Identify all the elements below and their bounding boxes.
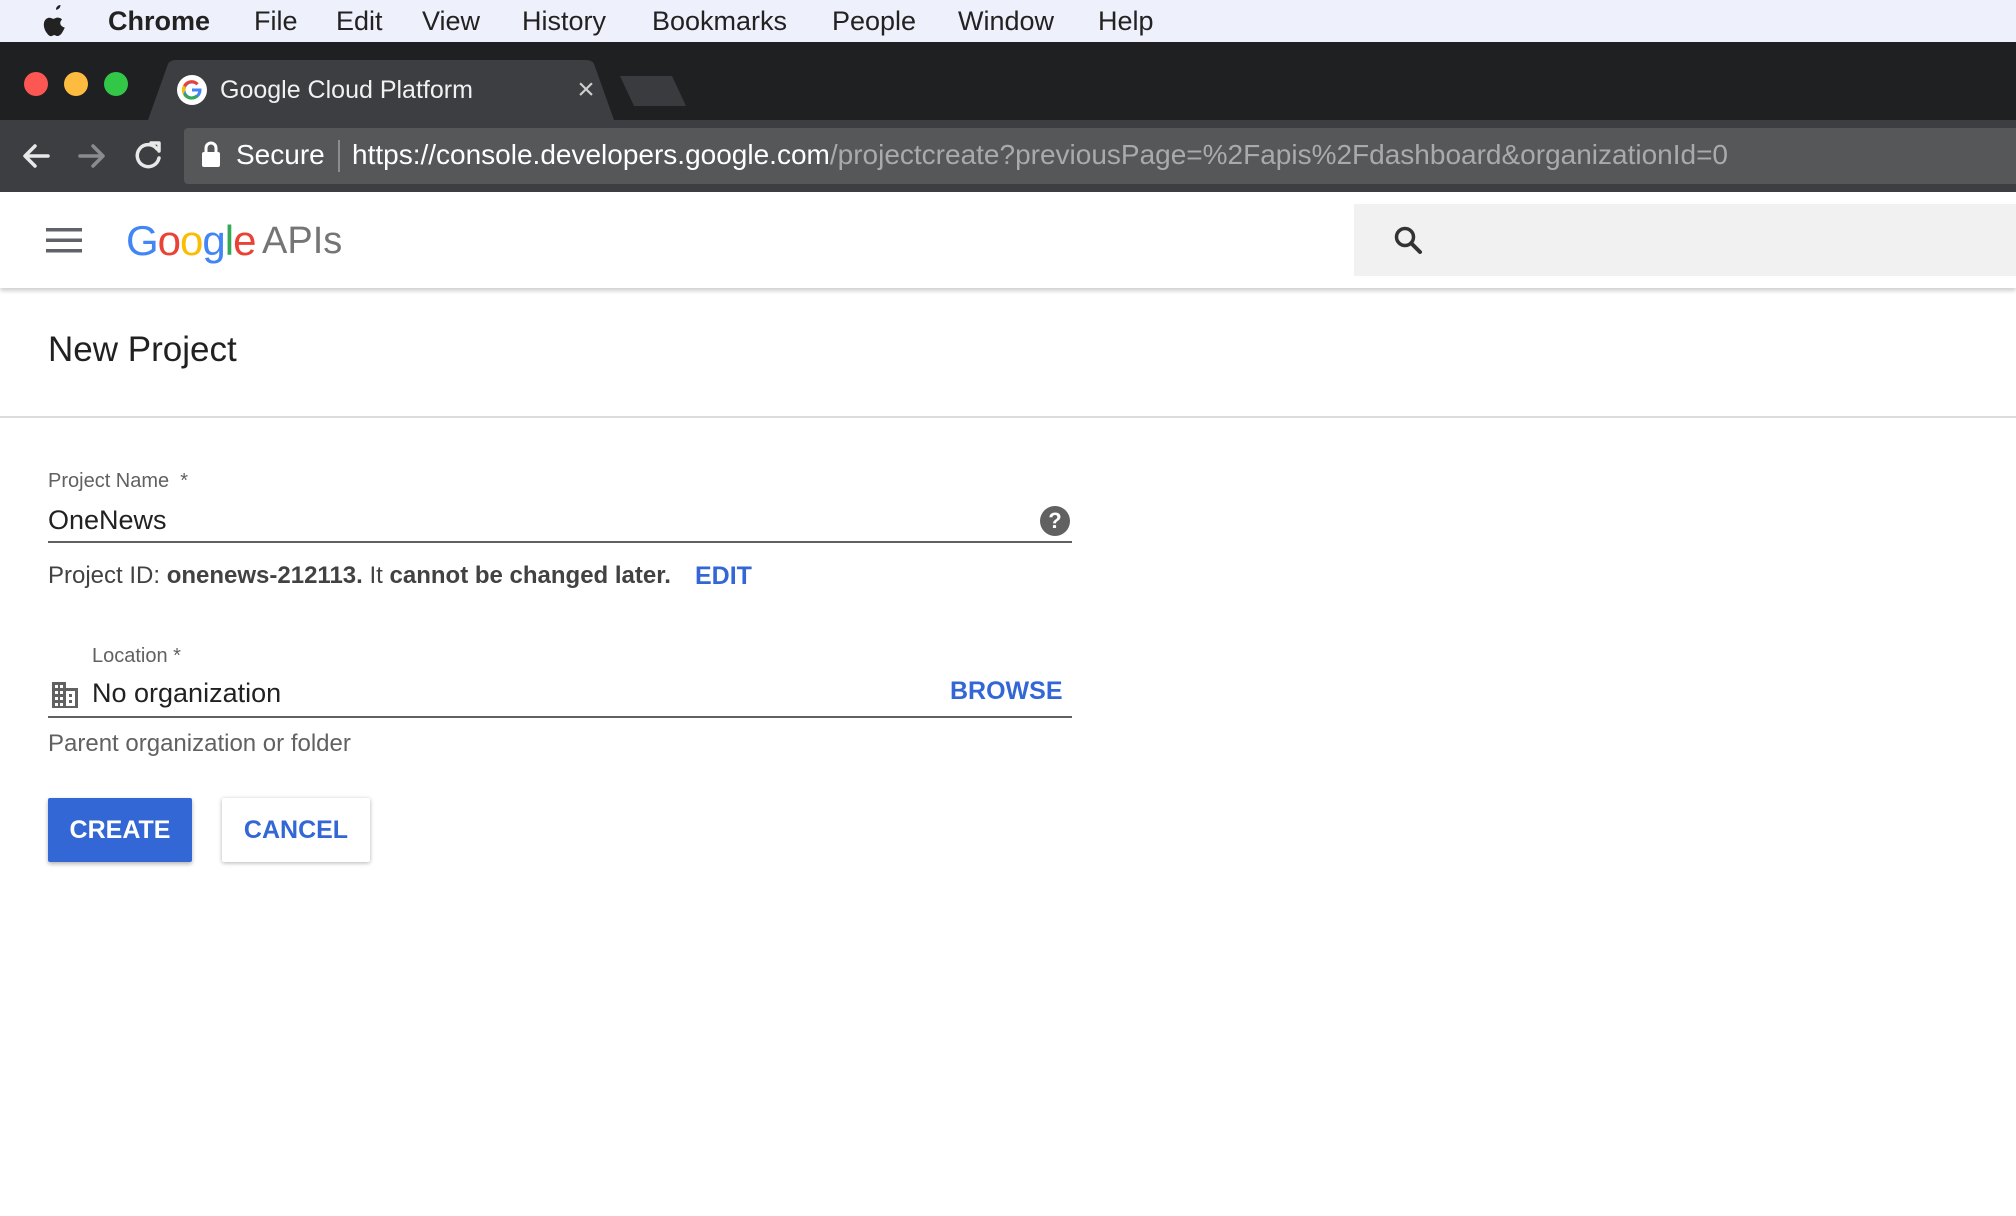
- lock-icon[interactable]: [200, 140, 222, 168]
- location-value[interactable]: No organization: [92, 675, 281, 711]
- project-name-underline: [48, 541, 1072, 543]
- project-name-input[interactable]: OneNews: [48, 502, 167, 538]
- tab-close-icon[interactable]: ×: [572, 74, 600, 106]
- back-icon[interactable]: [14, 134, 58, 178]
- menu-app-chrome[interactable]: Chrome: [108, 0, 210, 42]
- reload-icon[interactable]: [126, 134, 170, 178]
- menu-help[interactable]: Help: [1098, 0, 1154, 42]
- window-zoom-button[interactable]: [104, 72, 128, 96]
- menu-view[interactable]: View: [422, 0, 480, 42]
- location-label: Location *: [92, 645, 181, 667]
- window-close-button[interactable]: [24, 72, 48, 96]
- project-id-text: Project ID: onenews-212113. It cannot be…: [48, 558, 671, 594]
- title-divider: [0, 416, 2016, 418]
- new-tab-button[interactable]: [620, 76, 686, 106]
- project-id-middle: It: [369, 562, 383, 589]
- google-favicon-icon: [177, 75, 207, 105]
- create-button[interactable]: CREATE: [48, 798, 192, 862]
- page-title: New Project: [48, 330, 237, 369]
- google-logo-letter: o: [157, 217, 181, 264]
- google-logo-letter: l: [224, 217, 234, 264]
- menu-people[interactable]: People: [832, 0, 916, 42]
- address-separator: [338, 140, 340, 172]
- mac-menu-bar: Chrome File Edit View History Bookmarks …: [0, 0, 2016, 42]
- url-host: https://console.developers.google.com: [352, 139, 830, 170]
- google-logo-letter: G: [126, 217, 159, 264]
- search-icon[interactable]: [1392, 224, 1424, 256]
- project-name-label: Project Name *: [48, 468, 188, 494]
- window-minimize-button[interactable]: [64, 72, 88, 96]
- menu-edit[interactable]: Edit: [336, 0, 383, 42]
- url-path: /projectcreate?previousPage=%2Fapis%2Fda…: [829, 139, 1728, 170]
- edit-project-id-button[interactable]: EDIT: [695, 558, 752, 594]
- google-logo-letter: o: [180, 217, 203, 264]
- browse-button[interactable]: BROWSE: [950, 673, 1063, 709]
- help-icon[interactable]: ?: [1040, 506, 1070, 536]
- tab-title: Google Cloud Platform: [220, 76, 473, 104]
- location-hint: Parent organization or folder: [48, 730, 351, 757]
- menu-history[interactable]: History: [522, 0, 606, 42]
- menu-window[interactable]: Window: [958, 0, 1054, 42]
- google-logo[interactable]: Google: [126, 216, 256, 266]
- menu-icon[interactable]: [44, 226, 84, 254]
- building-icon: [52, 682, 78, 708]
- cancel-button[interactable]: CANCEL: [222, 798, 370, 862]
- google-logo-letter: e: [233, 217, 256, 264]
- project-name-label-text: Project Name: [48, 470, 170, 492]
- google-logo-letter: g: [202, 217, 225, 264]
- required-marker: *: [180, 470, 189, 492]
- secure-label[interactable]: Secure: [236, 134, 325, 176]
- project-id-prefix: Project ID:: [48, 562, 161, 589]
- apple-icon[interactable]: [40, 3, 70, 37]
- url-text[interactable]: https://console.developers.google.com/pr…: [352, 134, 1728, 176]
- product-name: APIs: [262, 220, 343, 262]
- project-id-value: onenews-212113.: [166, 562, 363, 589]
- location-underline: [48, 716, 1072, 718]
- menu-file[interactable]: File: [254, 0, 298, 42]
- project-id-suffix: cannot be changed later.: [389, 562, 671, 589]
- search-input[interactable]: [1354, 204, 2016, 276]
- menu-bookmarks[interactable]: Bookmarks: [652, 0, 787, 42]
- forward-icon[interactable]: [70, 134, 114, 178]
